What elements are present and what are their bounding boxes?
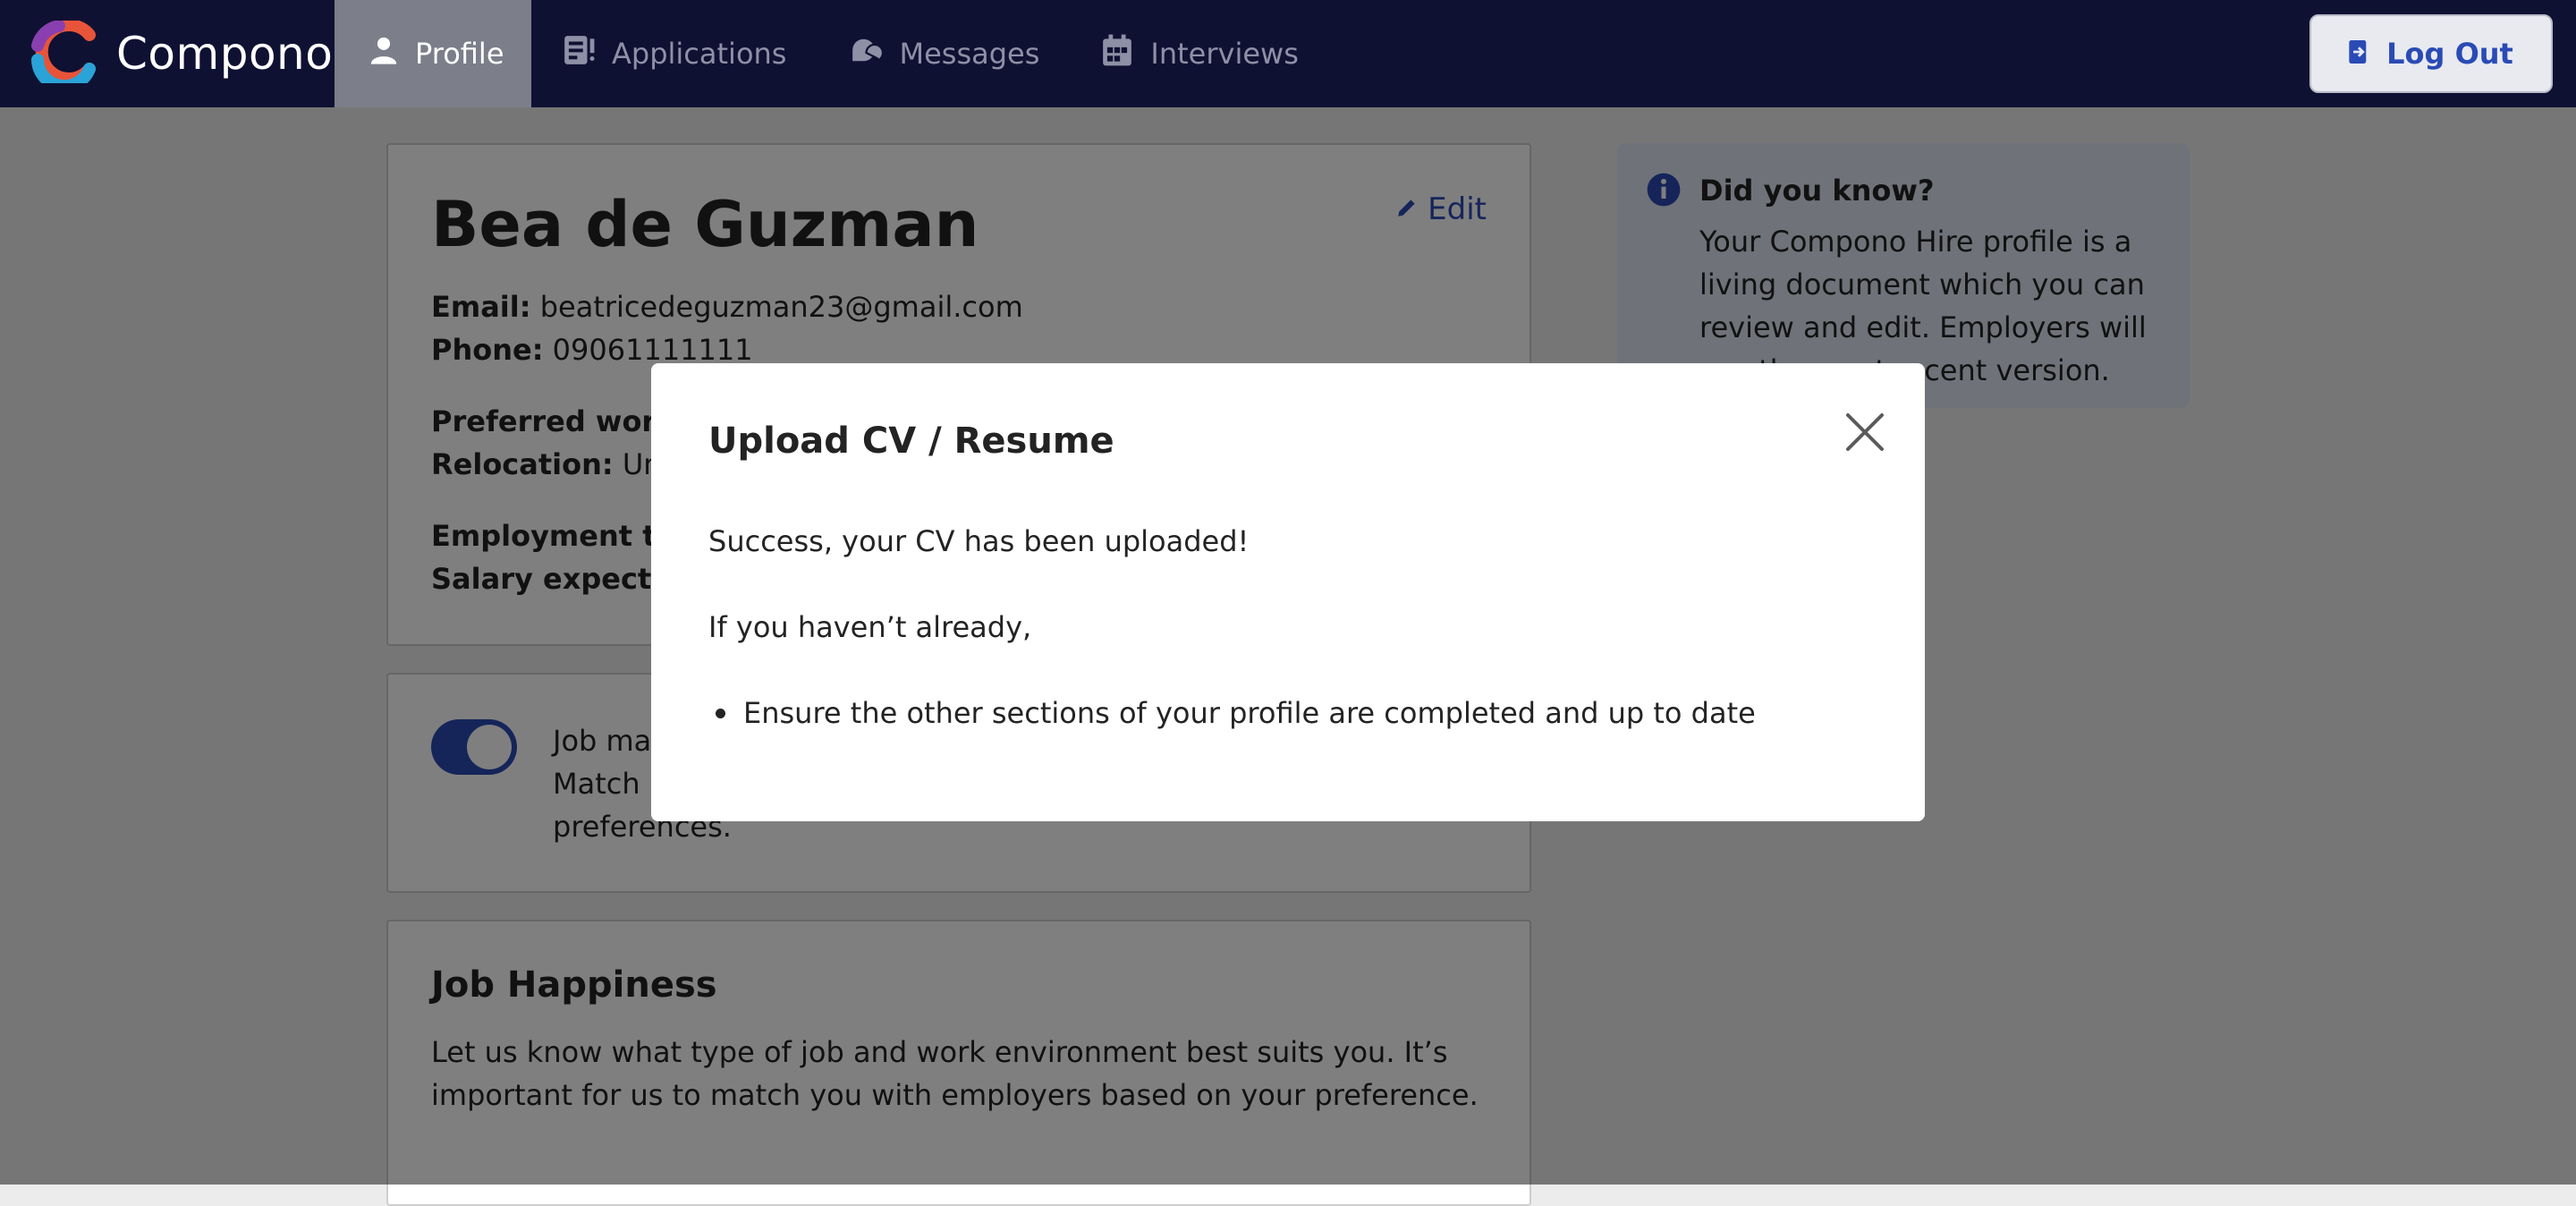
upload-success-message: Success, your CV has been uploaded! <box>708 524 1250 558</box>
nav-item-interviews[interactable]: Interviews <box>1070 0 1328 107</box>
brand-logo[interactable]: Compono <box>0 0 335 107</box>
nav-item-messages[interactable]: Messages <box>817 0 1070 107</box>
modal-prompt: If you haven’t already, <box>708 610 1032 644</box>
nav-item-label: Profile <box>415 37 504 71</box>
list-item-text: Ensure the other sections of your profil… <box>743 696 1756 730</box>
person-icon <box>369 35 399 72</box>
brand-name: Compono <box>116 28 334 80</box>
logout-button[interactable]: Log Out <box>2309 14 2553 93</box>
nav-item-profile[interactable]: Profile <box>335 0 531 107</box>
nav-item-label: Messages <box>899 37 1040 71</box>
modal-title: Upload CV / Resume <box>708 420 1114 462</box>
nav-item-applications[interactable]: Applications <box>531 0 817 107</box>
upload-cv-modal: Upload CV / Resume Success, your CV has … <box>651 363 1925 821</box>
logout-icon <box>2349 37 2368 71</box>
close-button[interactable] <box>1841 408 1889 456</box>
bullet-dot <box>716 708 725 718</box>
document-list-icon <box>562 33 596 74</box>
list-item: Ensure the other sections of your profil… <box>708 696 1756 730</box>
calendar-icon <box>1100 32 1134 75</box>
top-nav: Compono Profile Applications Messages In… <box>0 0 2576 107</box>
nav-item-label: Interviews <box>1150 37 1299 71</box>
nav-item-label: Applications <box>612 37 787 71</box>
logout-label: Log Out <box>2386 37 2513 71</box>
close-icon <box>1841 413 1889 460</box>
compono-logo-icon <box>27 19 104 93</box>
chat-bubbles-icon <box>847 33 885 74</box>
